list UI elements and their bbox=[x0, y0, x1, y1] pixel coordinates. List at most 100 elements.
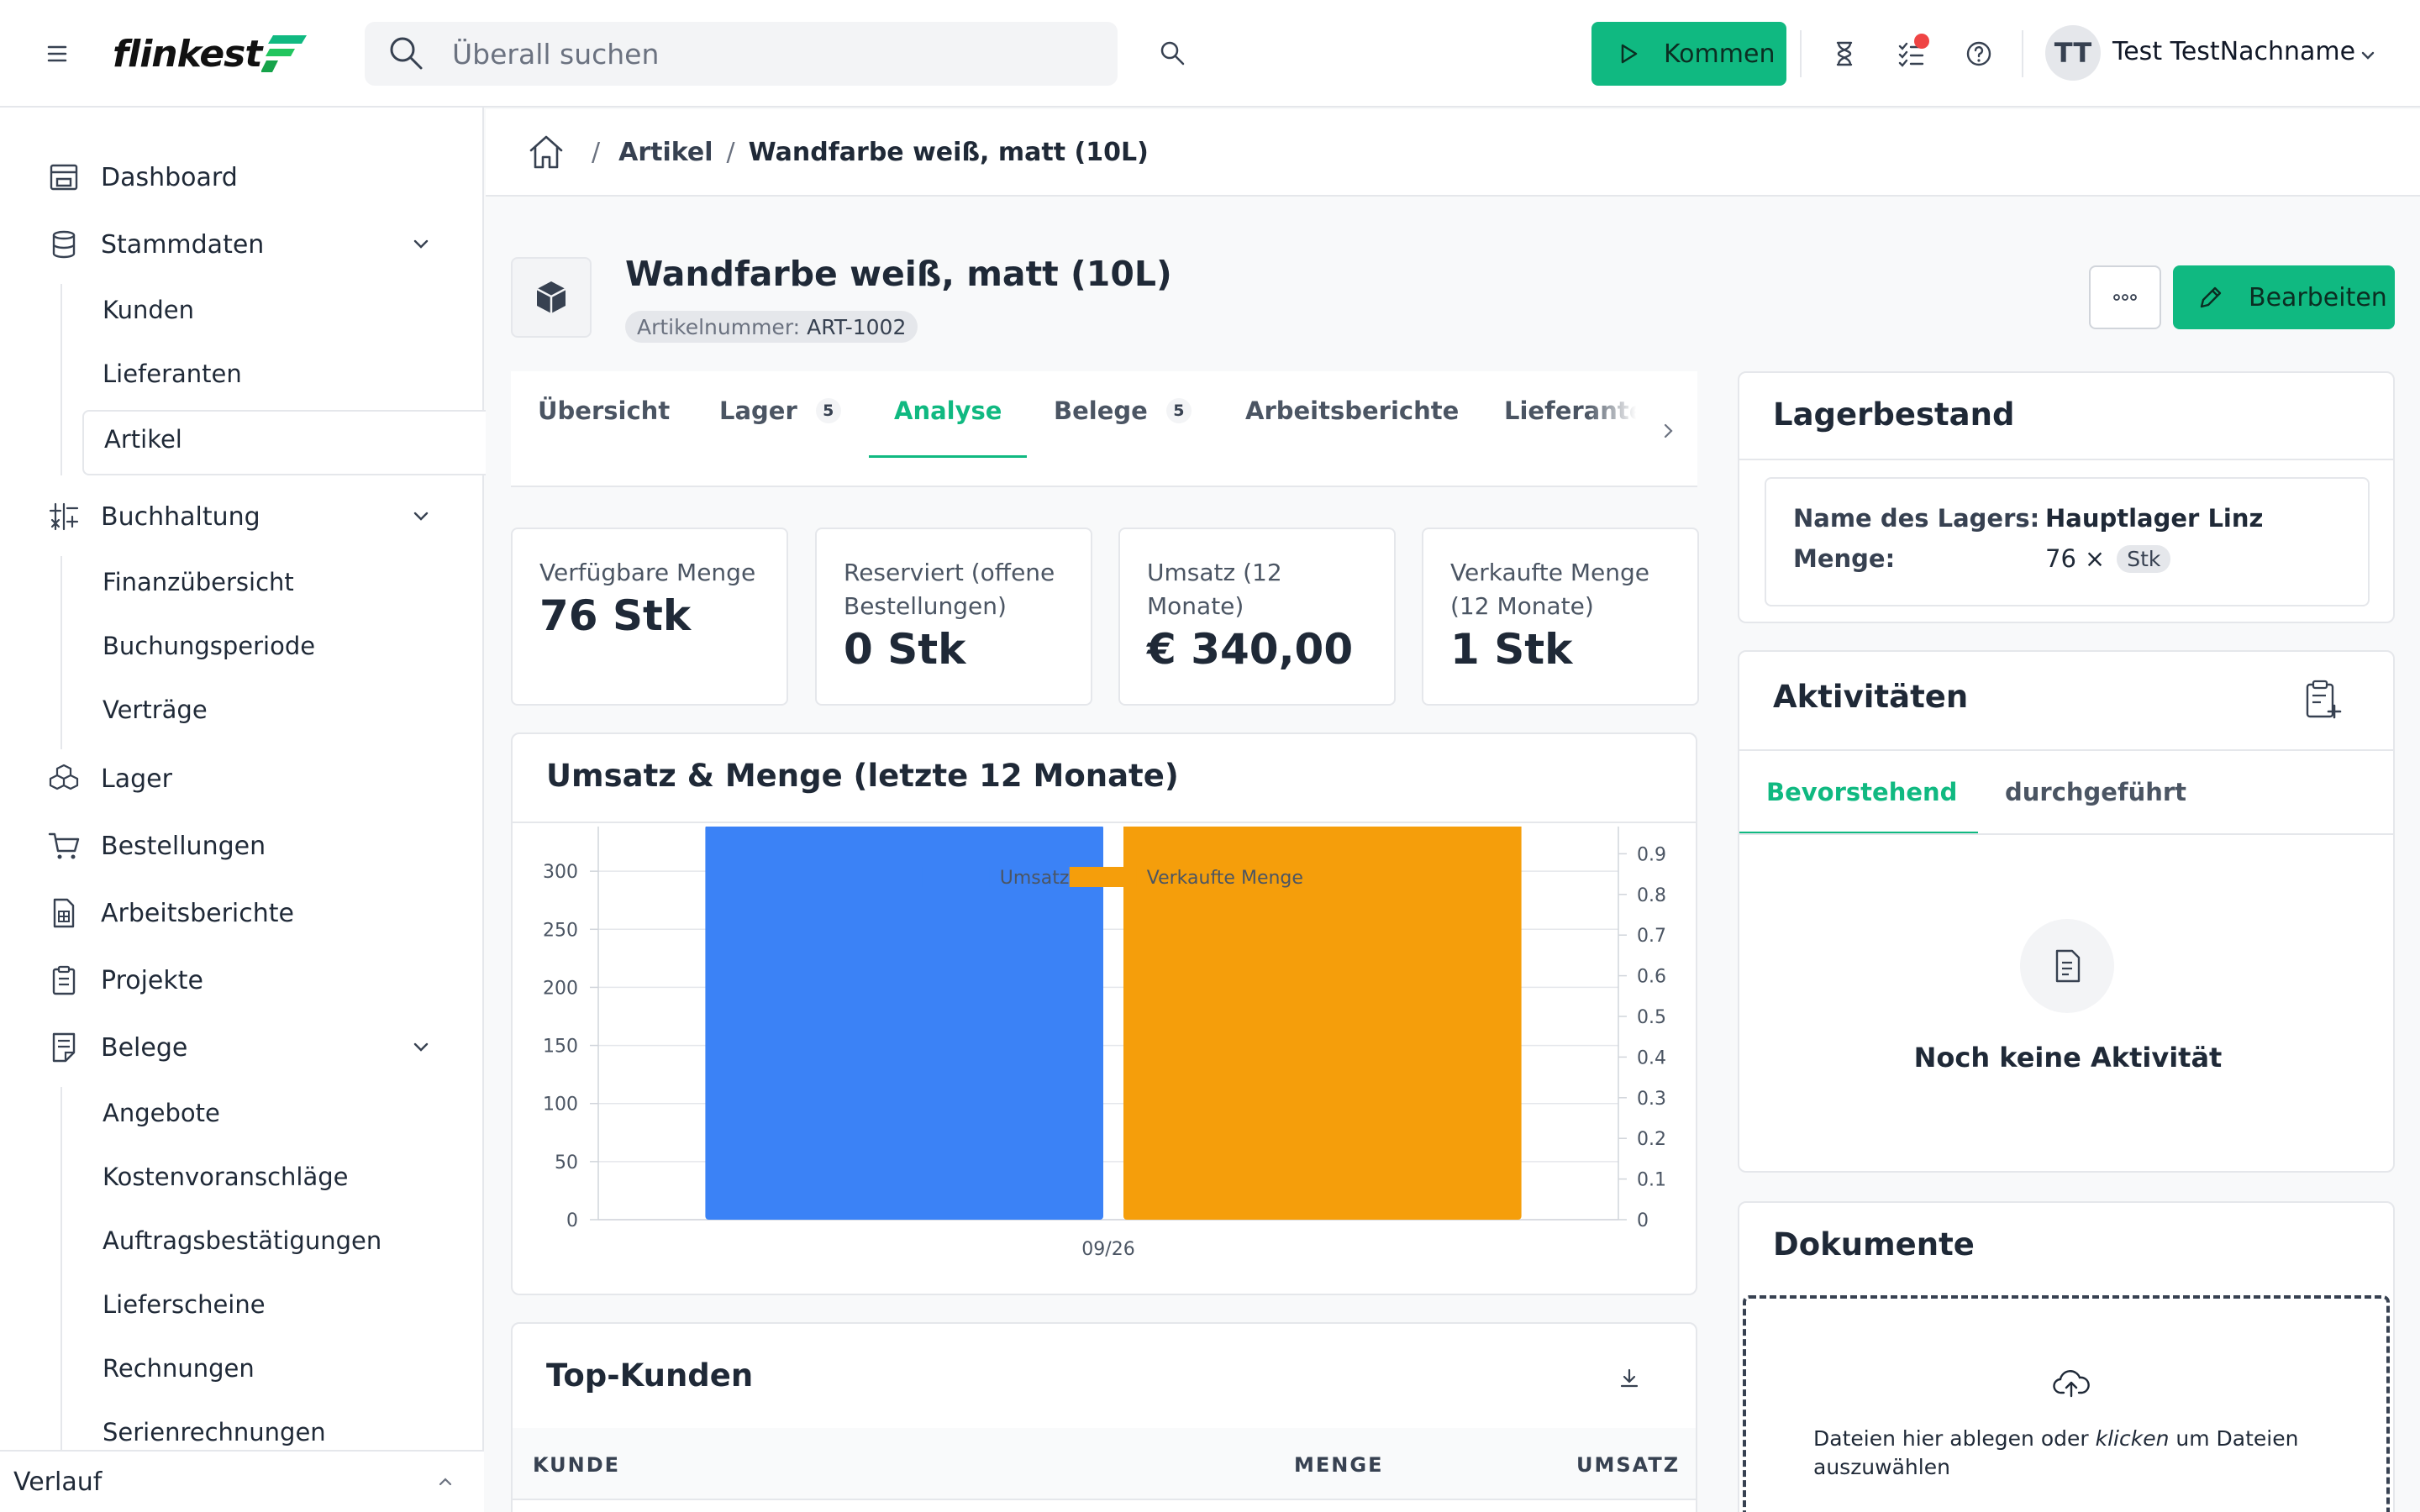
tab-analyse[interactable]: Analyse bbox=[894, 396, 1002, 425]
stat-card-verfuegbar: Verfügbare Menge 76 Stk bbox=[511, 528, 788, 706]
sidebar-item-bestellungen[interactable]: Bestellungen bbox=[0, 816, 484, 875]
sidebar-item-artikel[interactable]: Artikel bbox=[104, 425, 182, 454]
y-left-tick-label: 250 bbox=[543, 920, 578, 941]
chevron-right-icon[interactable] bbox=[1657, 420, 1679, 442]
sidebar-item-lieferscheine[interactable]: Lieferscheine bbox=[103, 1290, 266, 1319]
edit-label: Bearbeiten bbox=[2249, 282, 2387, 312]
lager-entry: Name des Lagers: Hauptlager Linz Menge: … bbox=[1765, 477, 2370, 606]
sidebar-item-lager[interactable]: Lager bbox=[0, 749, 484, 808]
cloud-upload-icon bbox=[2053, 1370, 2090, 1398]
y-right-tick-label: 0.4 bbox=[1637, 1047, 1666, 1068]
tab-label: Analyse bbox=[894, 396, 1002, 425]
breadcrumb-separator: / bbox=[592, 137, 601, 167]
stat-label: Reserviert (offene Bestellungen) bbox=[844, 559, 1055, 620]
tab-bevorstehend[interactable]: Bevorstehend bbox=[1766, 778, 1957, 806]
more-options-button[interactable] bbox=[2089, 265, 2161, 329]
add-activity-icon[interactable] bbox=[2302, 679, 2343, 722]
dokumente-title: Dokumente bbox=[1773, 1226, 1975, 1263]
search-input[interactable] bbox=[452, 37, 1040, 71]
sidebar-item-auftragsbestaetigungen[interactable]: Auftragsbestätigungen bbox=[103, 1226, 381, 1255]
column-header-umsatz[interactable]: UMSATZ bbox=[1576, 1453, 1680, 1477]
menu-icon[interactable] bbox=[40, 37, 74, 71]
breadcrumb-separator: / bbox=[726, 137, 735, 167]
lager-menge-times: × bbox=[2084, 544, 2106, 573]
notification-dot bbox=[1914, 34, 1929, 49]
dropzone-text: Dateien hier ablegen oder klicken um Dat… bbox=[1813, 1425, 2351, 1482]
y-right-tick-label: 0.8 bbox=[1637, 885, 1666, 906]
tab-uebersicht[interactable]: Übersicht bbox=[538, 396, 670, 425]
sidebar-item-buchhaltung[interactable]: Buchhaltung bbox=[0, 487, 484, 546]
lager-name-row: Name des Lagers: Hauptlager Linz bbox=[1793, 504, 2263, 533]
home-icon[interactable] bbox=[526, 132, 566, 172]
y-left-tick-label: 300 bbox=[543, 862, 578, 883]
sidebar-item-kunden[interactable]: Kunden bbox=[103, 296, 194, 324]
x-tick-label: 09/26 bbox=[1081, 1239, 1134, 1260]
history-panel-toggle[interactable]: Verlauf bbox=[0, 1450, 484, 1512]
sidebar-item-label: Lager bbox=[101, 764, 172, 794]
sidebar-item-serienrechnungen[interactable]: Serienrechnungen bbox=[103, 1418, 326, 1446]
help-icon[interactable] bbox=[1963, 38, 1995, 70]
tab-durchgefuehrt[interactable]: durchgeführt bbox=[2005, 778, 2186, 806]
global-search[interactable] bbox=[365, 22, 1118, 86]
edit-button[interactable]: Bearbeiten bbox=[2173, 265, 2395, 329]
kommen-button[interactable]: Kommen bbox=[1591, 22, 1786, 86]
sidebar-item-projekte[interactable]: Projekte bbox=[0, 951, 484, 1010]
column-header-menge[interactable]: MENGE bbox=[1294, 1453, 1383, 1477]
y-left-tick-label: 200 bbox=[543, 978, 578, 999]
sidebar-item-belege[interactable]: Belege bbox=[0, 1018, 484, 1077]
lagerbestand-card: Lagerbestand Name des Lagers: Hauptlager… bbox=[1738, 371, 2395, 623]
sidebar-item-label: Arbeitsberichte bbox=[101, 898, 294, 928]
sidebar-item-vertraege[interactable]: Verträge bbox=[103, 696, 208, 724]
stat-card-umsatz: Umsatz (12 Monate) € 340,00 bbox=[1118, 528, 1396, 706]
sidebar-item-lieferanten[interactable]: Lieferanten bbox=[103, 360, 242, 388]
legend-label: Umsatz bbox=[1000, 868, 1070, 889]
breadcrumb-artikel[interactable]: Artikel bbox=[618, 138, 713, 167]
report-icon bbox=[53, 898, 75, 928]
legend-label: Verkaufte Menge bbox=[1147, 868, 1303, 889]
cart-icon bbox=[48, 832, 80, 859]
y-right-tick-label: 0.6 bbox=[1637, 967, 1666, 988]
page-title: Wandfarbe weiß, matt (10L) bbox=[625, 254, 1172, 294]
tab-lager[interactable]: Lager 5 bbox=[719, 396, 841, 425]
y-right-tick-label: 0.2 bbox=[1637, 1129, 1666, 1150]
database-icon bbox=[52, 230, 76, 259]
header-divider bbox=[1800, 30, 1802, 77]
aktivitaeten-card: Aktivitäten Bevorstehend durchgeführt No… bbox=[1738, 650, 2395, 1173]
hourglass-icon[interactable] bbox=[1828, 38, 1860, 70]
search-icon bbox=[390, 37, 423, 70]
sidebar-item-dashboard[interactable]: Dashboard bbox=[0, 148, 484, 207]
sidebar-item-label: Bestellungen bbox=[101, 831, 266, 861]
download-icon[interactable] bbox=[1617, 1366, 1642, 1391]
y-left-tick-label: 0 bbox=[566, 1210, 578, 1231]
sidebar-item-kostenvoranschlaege[interactable]: Kostenvoranschläge bbox=[103, 1163, 349, 1191]
sidebar-item-rechnungen[interactable]: Rechnungen bbox=[103, 1354, 255, 1383]
app-logo[interactable]: flinkest bbox=[113, 29, 310, 79]
sidebar-item-stammdaten[interactable]: Stammdaten bbox=[0, 215, 484, 274]
clipboard-icon bbox=[52, 965, 76, 995]
dropzone-text-before: Dateien hier ablegen oder bbox=[1813, 1426, 2096, 1451]
avatar[interactable]: TT bbox=[2045, 25, 2101, 81]
tab-count-badge: 5 bbox=[1165, 398, 1192, 423]
dashboard-icon bbox=[50, 164, 78, 191]
sidebar-item-angebote[interactable]: Angebote bbox=[103, 1099, 220, 1127]
chevron-down-icon[interactable] bbox=[2358, 45, 2378, 66]
dokumente-card: Dokumente Dateien hier ablegen oder klic… bbox=[1738, 1201, 2395, 1512]
tab-scroll-fade bbox=[1586, 371, 1697, 464]
card-divider bbox=[513, 1499, 1696, 1500]
y-left-tick-label: 100 bbox=[543, 1095, 578, 1116]
lager-menge-value: 76 bbox=[2045, 544, 2076, 573]
tab-belege[interactable]: Belege 5 bbox=[1054, 396, 1192, 425]
document-icon bbox=[52, 1032, 76, 1063]
tab-arbeitsberichte[interactable]: Arbeitsberichte bbox=[1245, 396, 1459, 425]
file-dropzone[interactable]: Dateien hier ablegen oder klicken um Dat… bbox=[1743, 1295, 2390, 1512]
sidebar-item-buchungsperiode[interactable]: Buchungsperiode bbox=[103, 632, 315, 660]
user-name[interactable]: Test TestNachname bbox=[2112, 37, 2355, 66]
search-submit-icon[interactable] bbox=[1158, 39, 1188, 69]
y-right-tick-label: 0.9 bbox=[1637, 844, 1666, 865]
dropzone-click-link[interactable]: klicken bbox=[2096, 1426, 2170, 1451]
breadcrumb: Artikel / / Wandfarbe weiß, matt (10L) bbox=[486, 109, 2420, 197]
stat-label: Umsatz (12 Monate) bbox=[1147, 559, 1282, 620]
column-header-kunde[interactable]: KUNDE bbox=[533, 1453, 620, 1477]
sidebar-item-arbeitsberichte[interactable]: Arbeitsberichte bbox=[0, 884, 484, 942]
sidebar-item-finanzuebersicht[interactable]: Finanzübersicht bbox=[103, 568, 294, 596]
